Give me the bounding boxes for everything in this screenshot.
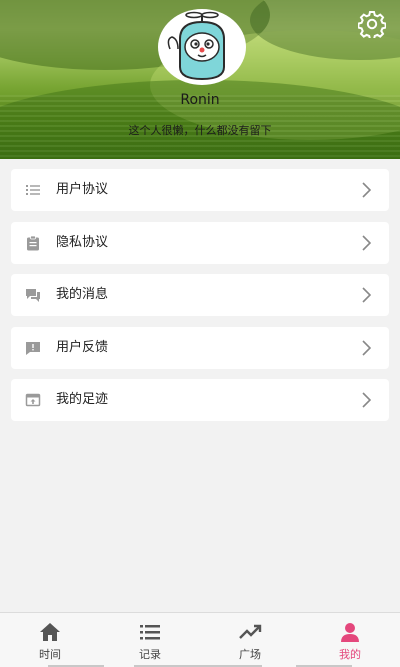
menu-item-my-messages[interactable]: 我的消息 <box>11 274 389 316</box>
menu-item-label: 我的消息 <box>56 287 109 302</box>
chevron-right-icon <box>361 339 372 356</box>
list-icon <box>138 621 162 643</box>
chevron-right-icon <box>361 182 372 198</box>
menu-item-user-feedback[interactable]: 用户反馈 <box>11 326 389 369</box>
tab-square[interactable]: 广场 <box>200 613 300 667</box>
tab-mine[interactable]: 我的 <box>300 613 400 667</box>
home-icon <box>38 621 62 643</box>
tab-label: 记录 <box>139 648 161 661</box>
menu-item-privacy-policy[interactable]: 隐私协议 <box>11 221 389 264</box>
menu-item-user-agreement[interactable]: 用户协议 <box>11 169 389 211</box>
tab-time[interactable]: 时间 <box>0 613 100 667</box>
chevron-right-icon <box>361 234 372 251</box>
menu-item-label: 用户反馈 <box>56 339 109 355</box>
tab-label: 广场 <box>239 648 261 661</box>
bottom-tab-bar: 时间 记录 广场 我的 <box>0 612 400 667</box>
profile-menu: 用户协议 隐私协议 我的消息 用户反馈 我的足迹 <box>11 169 389 432</box>
clipboard-icon <box>25 235 41 251</box>
profile-header: Ronin 这个人很懒，什么都没有留下 <box>0 0 400 159</box>
tab-label: 时间 <box>39 648 61 661</box>
trending-up-icon <box>238 621 262 643</box>
tab-records[interactable]: 记录 <box>100 613 200 667</box>
gear-icon[interactable] <box>357 10 387 41</box>
menu-item-my-footprints[interactable]: 我的足迹 <box>11 379 389 421</box>
tab-label: 我的 <box>339 648 361 661</box>
feedback-icon <box>25 340 41 356</box>
list-icon <box>25 182 41 198</box>
user-signature: 这个人很懒，什么都没有留下 <box>128 124 272 137</box>
footprint-box-icon <box>25 392 41 408</box>
chevron-right-icon <box>361 287 372 303</box>
chevron-right-icon <box>361 392 372 408</box>
chat-bubbles-icon <box>25 287 41 303</box>
person-icon <box>338 621 362 643</box>
username: Ronin <box>180 92 220 108</box>
menu-item-label: 用户协议 <box>56 182 109 197</box>
avatar[interactable] <box>158 9 246 85</box>
menu-item-label: 隐私协议 <box>56 234 109 250</box>
menu-item-label: 我的足迹 <box>56 392 109 407</box>
